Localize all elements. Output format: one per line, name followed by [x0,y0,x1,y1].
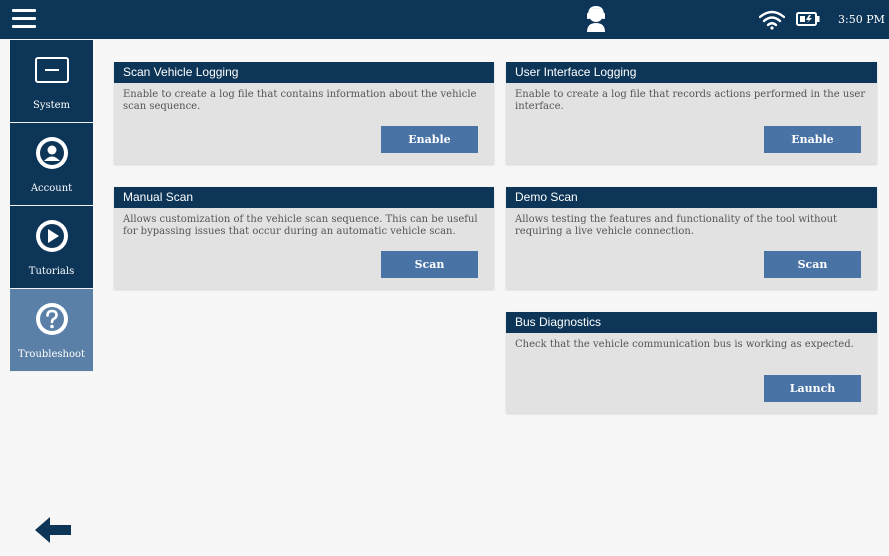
sidebar-item-label: System [32,100,71,111]
card-title: Scan Vehicle Logging [114,62,494,83]
card-title: Bus Diagnostics [506,312,877,333]
sidebar-item-system[interactable]: System [10,40,93,123]
technician-icon[interactable] [585,5,607,33]
sidebar-item-troubleshoot[interactable]: Troubleshoot [10,289,93,372]
back-arrow-icon[interactable] [33,515,73,545]
demo-scan-button[interactable]: Scan [764,251,861,278]
sidebar-item-label: Account [30,183,73,194]
sidebar-item-label: Troubleshoot [17,349,86,360]
sidebar-item-label: Tutorials [28,266,75,277]
demo-scan-card: Demo Scan Allows testing the features an… [506,187,877,289]
enable-scan-logging-button[interactable]: Enable [381,126,478,153]
user-interface-logging-card: User Interface Logging Enable to create … [506,62,877,164]
clock: 3:50 PM [838,13,885,26]
sidebar-item-tutorials[interactable]: Tutorials [10,206,93,289]
sidebar-item-account[interactable]: Account [10,123,93,206]
battery-icon [796,12,820,26]
sidebar: System Account Tutorials Troubleshoot [10,40,93,372]
question-circle-icon [35,302,69,336]
monitor-icon [34,53,69,87]
play-circle-icon [35,219,69,253]
wifi-icon [759,10,785,30]
menu-icon[interactable] [12,9,36,29]
enable-ui-logging-button[interactable]: Enable [764,126,861,153]
card-description: Enable to create a log file that records… [515,89,866,112]
bus-diagnostics-card: Bus Diagnostics Check that the vehicle c… [506,312,877,413]
card-description: Check that the vehicle communication bus… [515,339,854,350]
user-circle-icon [35,136,69,170]
card-title: Demo Scan [506,187,877,208]
card-description: Enable to create a log file that contain… [123,89,477,112]
scan-vehicle-logging-card: Scan Vehicle Logging Enable to create a … [114,62,494,164]
manual-scan-card: Manual Scan Allows customization of the … [114,187,494,289]
card-title: User Interface Logging [506,62,877,83]
card-description: Allows customization of the vehicle scan… [123,214,478,237]
launch-bus-diagnostics-button[interactable]: Launch [764,375,861,402]
manual-scan-button[interactable]: Scan [381,251,478,278]
card-title: Manual Scan [114,187,494,208]
card-description: Allows testing the features and function… [515,214,838,237]
top-bar: 3:50 PM [0,0,889,39]
